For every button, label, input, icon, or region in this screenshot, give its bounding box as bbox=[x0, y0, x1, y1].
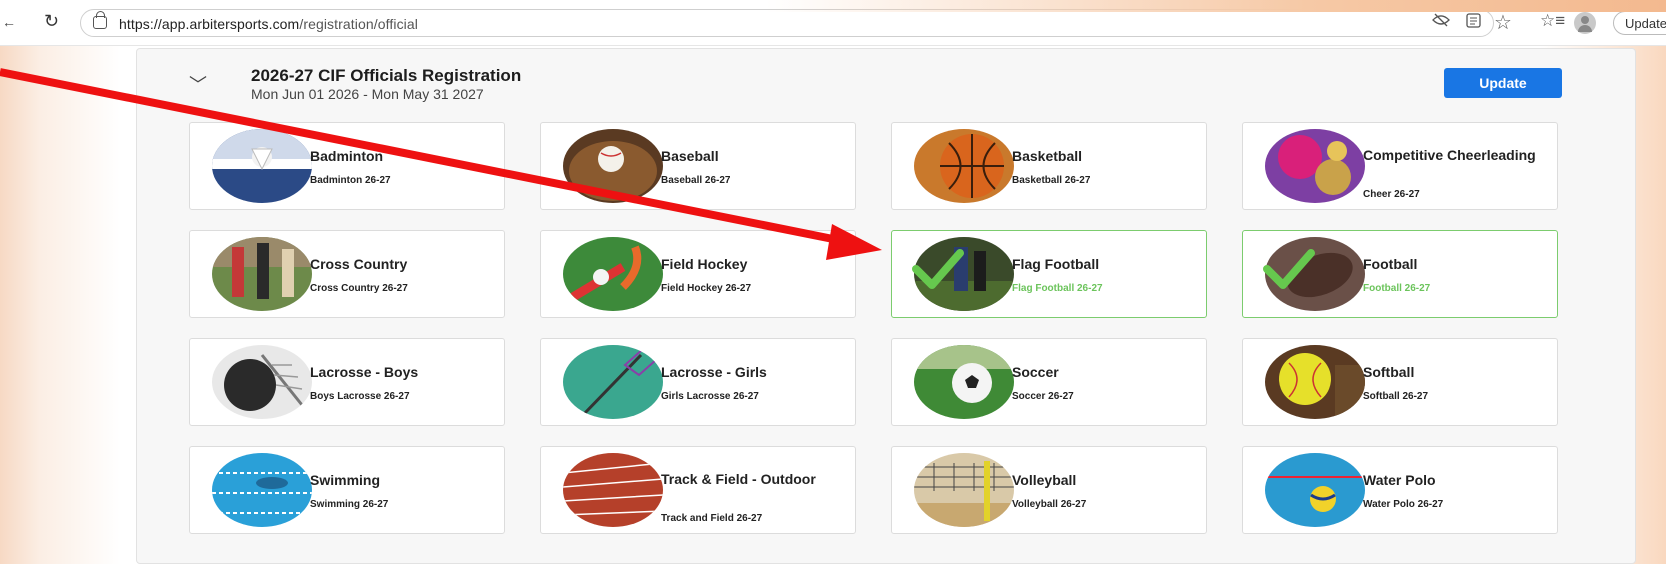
selected-checkmark-icon bbox=[1263, 249, 1315, 289]
address-bar[interactable]: https://app.arbitersports.com/registrati… bbox=[80, 9, 1494, 37]
registration-panel: ﹀ 2026-27 CIF Officials Registration Mon… bbox=[136, 48, 1636, 564]
running-track-icon bbox=[563, 453, 663, 527]
sport-season: Cheer 26-27 bbox=[1363, 189, 1420, 200]
chevron-down-icon[interactable]: ﹀ bbox=[189, 71, 207, 97]
sport-card-field-hockey[interactable]: Field Hockey Field Hockey 26-27 bbox=[540, 230, 856, 318]
sport-name: Track & Field - Outdoor bbox=[661, 471, 816, 487]
sport-season: Soccer 26-27 bbox=[1012, 391, 1074, 402]
sport-card-soccer[interactable]: Soccer Soccer 26-27 bbox=[891, 338, 1207, 426]
url-host: https://app.arbitersports.com bbox=[119, 16, 300, 32]
baseball-glove-icon bbox=[563, 129, 663, 203]
sport-card-cross-country[interactable]: Cross Country Cross Country 26-27 bbox=[189, 230, 505, 318]
runners-icon bbox=[212, 237, 312, 311]
sport-card-football[interactable]: Football Football 26-27 bbox=[1242, 230, 1558, 318]
sport-name: Soccer bbox=[1012, 364, 1059, 380]
sport-season: Basketball 26-27 bbox=[1012, 175, 1091, 186]
sport-season: Volleyball 26-27 bbox=[1012, 499, 1087, 510]
sports-grid: Badminton Badminton 26-27 Baseball Baseb… bbox=[189, 122, 1583, 534]
registration-dates: Mon Jun 01 2026 - Mon May 31 2027 bbox=[251, 86, 484, 102]
reload-icon[interactable]: ↻ bbox=[44, 11, 59, 32]
selected-checkmark-icon bbox=[912, 249, 964, 289]
sport-card-lacrosse-girls[interactable]: Lacrosse - Girls Girls Lacrosse 26-27 bbox=[540, 338, 856, 426]
sport-name: Field Hockey bbox=[661, 256, 748, 272]
sport-season: Softball 26-27 bbox=[1363, 391, 1429, 402]
sport-name: Softball bbox=[1363, 364, 1415, 380]
lock-icon[interactable] bbox=[93, 11, 107, 29]
sport-season: Track and Field 26-27 bbox=[661, 513, 763, 524]
badminton-shuttlecock-icon bbox=[212, 129, 312, 203]
sport-name: Swimming bbox=[310, 472, 381, 488]
sport-card-flag-football[interactable]: Flag Football Flag Football 26-27 bbox=[891, 230, 1207, 318]
url-text[interactable]: https://app.arbitersports.com/registrati… bbox=[119, 16, 418, 32]
sport-season: Football 26-27 bbox=[1363, 283, 1431, 294]
sport-name: Basketball bbox=[1012, 148, 1083, 164]
favorites-list-icon[interactable]: ☆≡ bbox=[1540, 11, 1565, 31]
sport-season: Girls Lacrosse 26-27 bbox=[661, 391, 759, 402]
sport-season: Swimming 26-27 bbox=[310, 499, 389, 510]
sport-season: Water Polo 26-27 bbox=[1363, 499, 1444, 510]
lacrosse-stick-icon bbox=[563, 345, 663, 419]
pom-poms-icon bbox=[1265, 129, 1365, 203]
reader-view-icon[interactable] bbox=[1466, 13, 1481, 33]
sport-season: Cross Country 26-27 bbox=[310, 283, 408, 294]
basketball-icon bbox=[914, 129, 1014, 203]
soccer-ball-icon bbox=[914, 345, 1014, 419]
water-polo-ball-icon bbox=[1265, 453, 1365, 527]
volleyball-net-icon bbox=[914, 453, 1014, 527]
tracking-prevention-icon[interactable] bbox=[1432, 13, 1450, 32]
sport-name: Lacrosse - Girls bbox=[661, 364, 767, 380]
sport-season: Flag Football 26-27 bbox=[1012, 283, 1103, 294]
sport-card-lacrosse-boys[interactable]: Lacrosse - Boys Boys Lacrosse 26-27 bbox=[189, 338, 505, 426]
sport-name: Lacrosse - Boys bbox=[310, 364, 419, 380]
sport-season: Badminton 26-27 bbox=[310, 175, 391, 186]
browser-update-button[interactable]: Update bbox=[1613, 11, 1666, 35]
sport-card-swimming[interactable]: Swimming Swimming 26-27 bbox=[189, 446, 505, 534]
browser-toolbar: ← ↻ https://app.arbitersports.com/regist… bbox=[0, 0, 1666, 46]
back-icon[interactable]: ← bbox=[2, 14, 16, 30]
sport-season: Boys Lacrosse 26-27 bbox=[310, 391, 410, 402]
sport-name: Baseball bbox=[661, 148, 719, 164]
swimming-pool-icon bbox=[212, 453, 312, 527]
sport-card-badminton[interactable]: Badminton Badminton 26-27 bbox=[189, 122, 505, 210]
sport-card-basketball[interactable]: Basketball Basketball 26-27 bbox=[891, 122, 1207, 210]
registration-title: 2026-27 CIF Officials Registration bbox=[251, 66, 522, 85]
lacrosse-helmet-icon bbox=[212, 345, 312, 419]
update-button[interactable]: Update bbox=[1444, 68, 1562, 98]
field-hockey-stick-icon bbox=[563, 237, 663, 311]
url-path: /registration/official bbox=[299, 16, 418, 32]
softball-icon bbox=[1265, 345, 1365, 419]
sport-card-competitive-cheerleading[interactable]: Competitive Cheerleading Cheer 26-27 bbox=[1242, 122, 1558, 210]
sport-name: Volleyball bbox=[1012, 472, 1077, 488]
sport-name: Flag Football bbox=[1012, 256, 1100, 272]
sport-season: Baseball 26-27 bbox=[661, 175, 731, 186]
sport-name: Water Polo bbox=[1363, 472, 1436, 488]
sport-card-baseball[interactable]: Baseball Baseball 26-27 bbox=[540, 122, 856, 210]
favorite-star-icon[interactable]: ☆ bbox=[1494, 10, 1512, 35]
sport-name: Competitive Cheerleading bbox=[1363, 147, 1536, 163]
profile-avatar-icon[interactable] bbox=[1574, 12, 1596, 34]
sport-card-water-polo[interactable]: Water Polo Water Polo 26-27 bbox=[1242, 446, 1558, 534]
sport-name: Badminton bbox=[310, 148, 384, 164]
sport-card-track-and-field[interactable]: Track & Field - Outdoor Track and Field … bbox=[540, 446, 856, 534]
sport-season: Field Hockey 26-27 bbox=[661, 283, 752, 294]
sport-name: Football bbox=[1363, 256, 1418, 272]
sport-card-softball[interactable]: Softball Softball 26-27 bbox=[1242, 338, 1558, 426]
sport-name: Cross Country bbox=[310, 256, 408, 272]
sport-card-volleyball[interactable]: Volleyball Volleyball 26-27 bbox=[891, 446, 1207, 534]
